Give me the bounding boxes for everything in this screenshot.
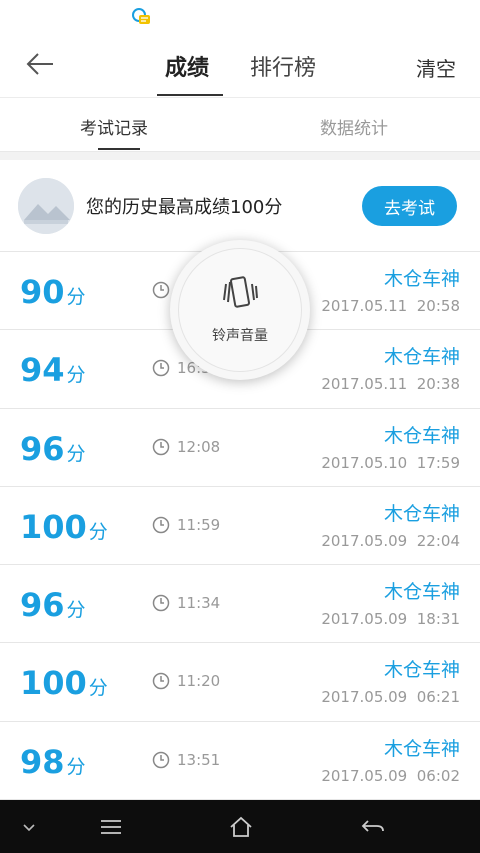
record-datetime: 2017.05.09 06:02 <box>321 766 460 785</box>
duration: 11:34 <box>177 594 221 613</box>
home-icon[interactable] <box>226 814 256 840</box>
menu-icon[interactable] <box>96 814 126 840</box>
header: 成绩 排行榜 清空 <box>0 36 480 98</box>
list-item[interactable]: 96 分 11:34 木仓车神 2017.05.09 18:31 <box>0 565 480 644</box>
section-divider <box>0 152 480 160</box>
subtabs: 考试记录 数据统计 <box>0 98 480 152</box>
toast-label: 铃声音量 <box>212 328 268 344</box>
user-name: 木仓车神 <box>383 659 460 682</box>
record-datetime: 2017.05.09 06:21 <box>321 688 460 707</box>
user-name: 木仓车神 <box>383 737 460 760</box>
user-name: 木仓车神 <box>383 424 460 447</box>
toast-inner: 铃声音量 <box>178 248 302 372</box>
score: 100 分 <box>20 507 108 546</box>
user-name: 木仓车神 <box>383 581 460 604</box>
clock-icon <box>152 359 170 377</box>
clock-icon <box>152 281 170 299</box>
score: 90 分 <box>20 273 86 311</box>
duration: 12:08 <box>177 437 221 456</box>
back-button[interactable] <box>20 48 60 84</box>
ringtone-volume-toast: 铃声音量 <box>170 240 310 380</box>
arrow-left-icon <box>25 52 55 80</box>
list-item[interactable]: 98 分 13:51 木仓车神 2017.05.09 06:02 <box>0 721 480 801</box>
chat-notification-icon <box>130 6 152 28</box>
phone-vibrate-icon <box>220 275 260 315</box>
avatar <box>18 178 74 234</box>
score: 94 分 <box>20 351 86 390</box>
user-name: 木仓车神 <box>383 502 460 525</box>
duration: 13:51 <box>177 750 221 769</box>
subtab-active-indicator <box>98 148 140 150</box>
list-item[interactable]: 96 分 12:08 木仓车神 2017.05.10 17:59 <box>0 408 480 487</box>
best-score-banner: 您的历史最高成绩100分 去考试 <box>0 160 480 252</box>
system-navigation-bar <box>0 800 480 853</box>
score: 98 分 <box>20 742 86 781</box>
clock-icon <box>152 594 170 612</box>
clock-icon <box>152 672 170 690</box>
duration: 11:20 <box>177 672 221 691</box>
list-item[interactable]: 100 分 11:20 木仓车神 2017.05.09 06:21 <box>0 643 480 722</box>
best-score-text: 您的历史最高成绩100分 <box>86 197 283 218</box>
list-item[interactable]: 100 分 11:59 木仓车神 2017.05.09 22:04 <box>0 486 480 566</box>
record-datetime: 2017.05.09 22:04 <box>321 531 460 550</box>
subtab-exam-records[interactable]: 考试记录 <box>80 114 148 139</box>
subtab-data-stats[interactable]: 数据统计 <box>320 114 388 139</box>
record-datetime: 2017.05.10 17:59 <box>321 453 460 472</box>
record-datetime: 2017.05.11 20:58 <box>321 297 460 315</box>
clear-button[interactable]: 清空 <box>416 53 456 82</box>
score: 100 分 <box>20 664 108 703</box>
go-exam-button[interactable]: 去考试 <box>362 186 457 226</box>
tab-score[interactable]: 成绩 <box>165 50 209 98</box>
record-datetime: 2017.05.09 18:31 <box>321 610 460 629</box>
record-datetime: 2017.05.11 20:38 <box>321 375 460 394</box>
clock-icon <box>152 516 170 534</box>
tab-ranking[interactable]: 排行榜 <box>250 50 316 98</box>
tab-active-indicator <box>157 94 223 96</box>
score: 96 分 <box>20 429 86 468</box>
chevron-down-icon[interactable] <box>14 814 44 840</box>
clock-icon <box>152 751 170 769</box>
score: 96 分 <box>20 586 86 625</box>
user-name: 木仓车神 <box>383 346 460 369</box>
user-name: 木仓车神 <box>383 268 460 290</box>
back-icon[interactable] <box>358 814 388 840</box>
clock-icon <box>152 438 170 456</box>
duration: 11:59 <box>177 515 221 534</box>
status-bar <box>0 0 480 36</box>
